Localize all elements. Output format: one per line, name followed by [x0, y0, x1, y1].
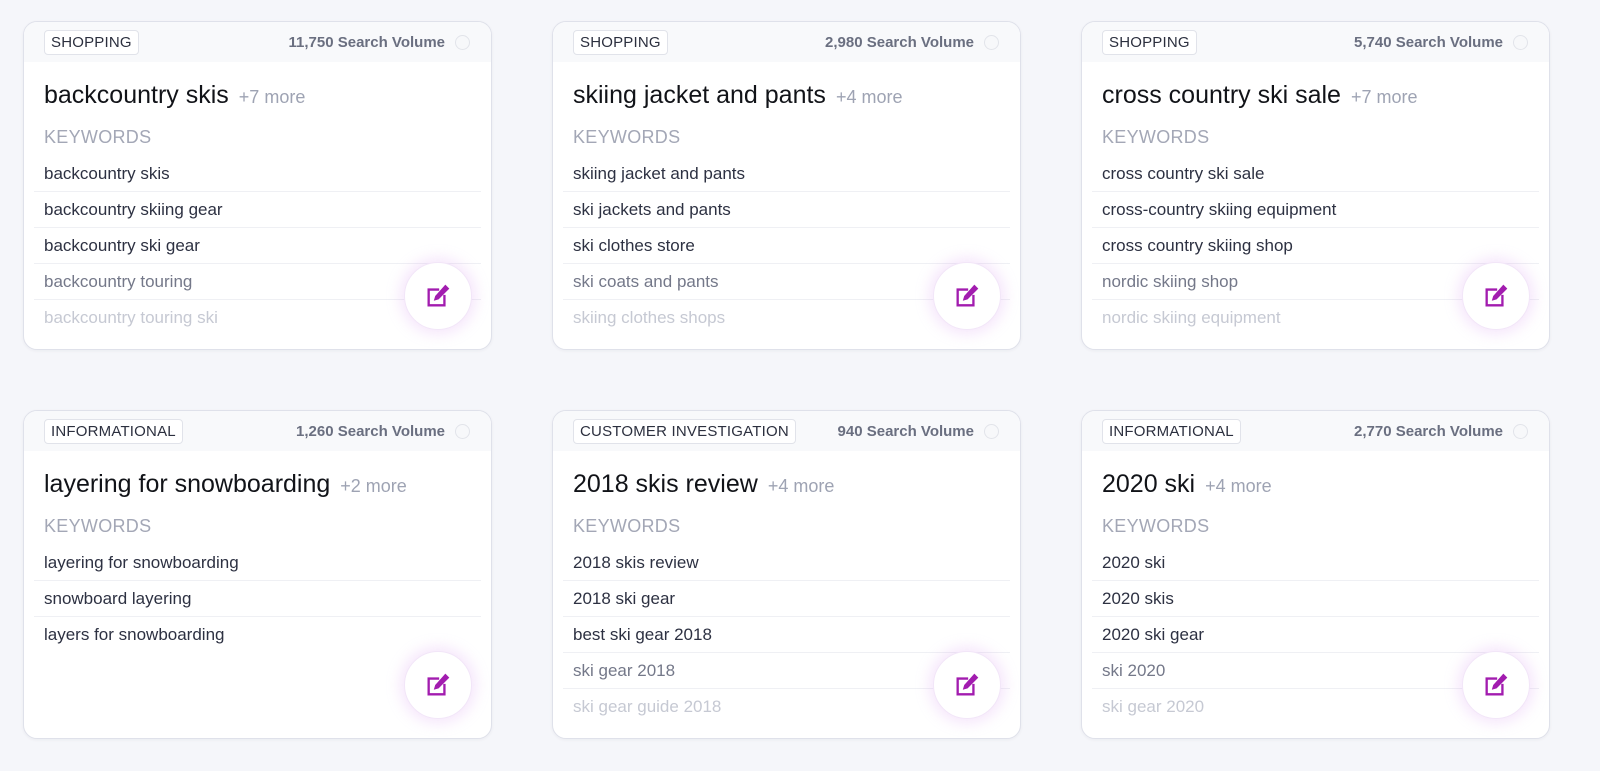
edit-icon	[1485, 673, 1508, 696]
search-volume: 5,740 Search Volume	[1354, 33, 1503, 51]
keywords-heading: KEYWORDS	[44, 516, 152, 536]
card-header: INFORMATIONAL 1,260 Search Volume	[24, 411, 491, 451]
cluster-title-text: backcountry skis	[44, 81, 229, 109]
select-radio[interactable]	[1513, 34, 1528, 50]
keywords-heading: KEYWORDS	[573, 127, 681, 147]
keyword-item: 2018 ski gear	[563, 581, 1010, 617]
intent-badge: INFORMATIONAL	[44, 418, 183, 444]
intent-badge: SHOPPING	[1102, 29, 1197, 55]
card-header: SHOPPING 5,740 Search Volume	[1082, 22, 1549, 62]
cluster-title: 2020 ski +4 more	[1102, 470, 1529, 499]
intent-badge: SHOPPING	[44, 29, 139, 55]
more-count[interactable]: +4 more	[768, 476, 835, 497]
select-radio[interactable]	[984, 423, 999, 439]
cluster-title-text: 2020 ski	[1102, 470, 1196, 498]
card-header: CUSTOMER INVESTIGATION 940 Search Volume	[553, 411, 1020, 451]
keyword-cluster-card[interactable]: INFORMATIONAL 2,770 Search Volume 2020 s…	[1081, 410, 1550, 739]
search-volume: 1,260 Search Volume	[296, 422, 445, 440]
more-count[interactable]: +7 more	[239, 87, 306, 108]
search-volume: 940 Search Volume	[837, 422, 974, 440]
keyword-cluster-grid: SHOPPING 11,750 Search Volume backcountr…	[0, 0, 1600, 771]
keywords-heading: KEYWORDS	[44, 127, 152, 147]
cluster-title-text: 2018 skis review	[573, 470, 758, 498]
keyword-item: cross-country skiing equipment	[1092, 192, 1539, 228]
cluster-title-text: cross country ski sale	[1102, 81, 1341, 109]
edit-button[interactable]	[404, 262, 472, 330]
keyword-item: backcountry skiing gear	[34, 192, 481, 228]
select-radio[interactable]	[984, 34, 999, 50]
keyword-item: ski clothes store	[563, 228, 1010, 264]
keyword-item: 2018 skis review	[563, 545, 1010, 581]
cluster-title-text: skiing jacket and pants	[573, 81, 826, 109]
edit-icon	[427, 673, 450, 696]
edit-button[interactable]	[933, 651, 1001, 719]
select-radio[interactable]	[455, 34, 470, 50]
keyword-item: skiing jacket and pants	[563, 156, 1010, 192]
edit-button[interactable]	[1462, 651, 1530, 719]
keyword-cluster-card[interactable]: INFORMATIONAL 1,260 Search Volume layeri…	[23, 410, 492, 739]
intent-badge: SHOPPING	[573, 29, 668, 55]
keyword-item: best ski gear 2018	[563, 617, 1010, 653]
keyword-item: ski jackets and pants	[563, 192, 1010, 228]
keywords-heading: KEYWORDS	[1102, 516, 1210, 536]
select-radio[interactable]	[1513, 423, 1528, 439]
card-header: SHOPPING 11,750 Search Volume	[24, 22, 491, 62]
more-count[interactable]: +4 more	[836, 87, 903, 108]
search-volume: 11,750 Search Volume	[288, 33, 445, 51]
edit-icon	[956, 284, 979, 307]
card-header: INFORMATIONAL 2,770 Search Volume	[1082, 411, 1549, 451]
keyword-item: snowboard layering	[34, 581, 481, 617]
cluster-title: backcountry skis +7 more	[44, 81, 471, 110]
intent-badge: CUSTOMER INVESTIGATION	[573, 418, 796, 444]
more-count[interactable]: +4 more	[1205, 476, 1272, 497]
keyword-item: cross country skiing shop	[1092, 228, 1539, 264]
keyword-item: cross country ski sale	[1092, 156, 1539, 192]
cluster-title: layering for snowboarding +2 more	[44, 470, 471, 499]
keyword-cluster-card[interactable]: SHOPPING 11,750 Search Volume backcountr…	[23, 21, 492, 350]
more-count[interactable]: +7 more	[1351, 87, 1418, 108]
intent-badge: INFORMATIONAL	[1102, 418, 1241, 444]
edit-icon	[427, 284, 450, 307]
keyword-item: layers for snowboarding	[44, 625, 225, 644]
edit-icon	[956, 673, 979, 696]
search-volume: 2,980 Search Volume	[825, 33, 974, 51]
keyword-cluster-card[interactable]: SHOPPING 2,980 Search Volume skiing jack…	[552, 21, 1021, 350]
cluster-title-text: layering for snowboarding	[44, 470, 331, 498]
cluster-title: cross country ski sale +7 more	[1102, 81, 1529, 110]
keyword-item: layering for snowboarding	[34, 545, 481, 581]
keyword-cluster-card[interactable]: SHOPPING 5,740 Search Volume cross count…	[1081, 21, 1550, 350]
keywords-heading: KEYWORDS	[573, 516, 681, 536]
keyword-item: backcountry skis	[34, 156, 481, 192]
edit-button[interactable]	[933, 262, 1001, 330]
cluster-title: skiing jacket and pants +4 more	[573, 81, 1000, 110]
keywords-heading: KEYWORDS	[1102, 127, 1210, 147]
edit-button[interactable]	[404, 651, 472, 719]
edit-button[interactable]	[1462, 262, 1530, 330]
keyword-item: 2020 ski gear	[1092, 617, 1539, 653]
keyword-cluster-card[interactable]: CUSTOMER INVESTIGATION 940 Search Volume…	[552, 410, 1021, 739]
more-count[interactable]: +2 more	[340, 476, 407, 497]
keyword-list: layering for snowboarding snowboard laye…	[34, 545, 481, 653]
keyword-item: backcountry ski gear	[34, 228, 481, 264]
card-header: SHOPPING 2,980 Search Volume	[553, 22, 1020, 62]
edit-icon	[1485, 284, 1508, 307]
select-radio[interactable]	[455, 423, 470, 439]
keyword-item: 2020 skis	[1092, 581, 1539, 617]
keyword-item: 2020 ski	[1092, 545, 1539, 581]
cluster-title: 2018 skis review +4 more	[573, 470, 1000, 499]
search-volume: 2,770 Search Volume	[1354, 422, 1503, 440]
